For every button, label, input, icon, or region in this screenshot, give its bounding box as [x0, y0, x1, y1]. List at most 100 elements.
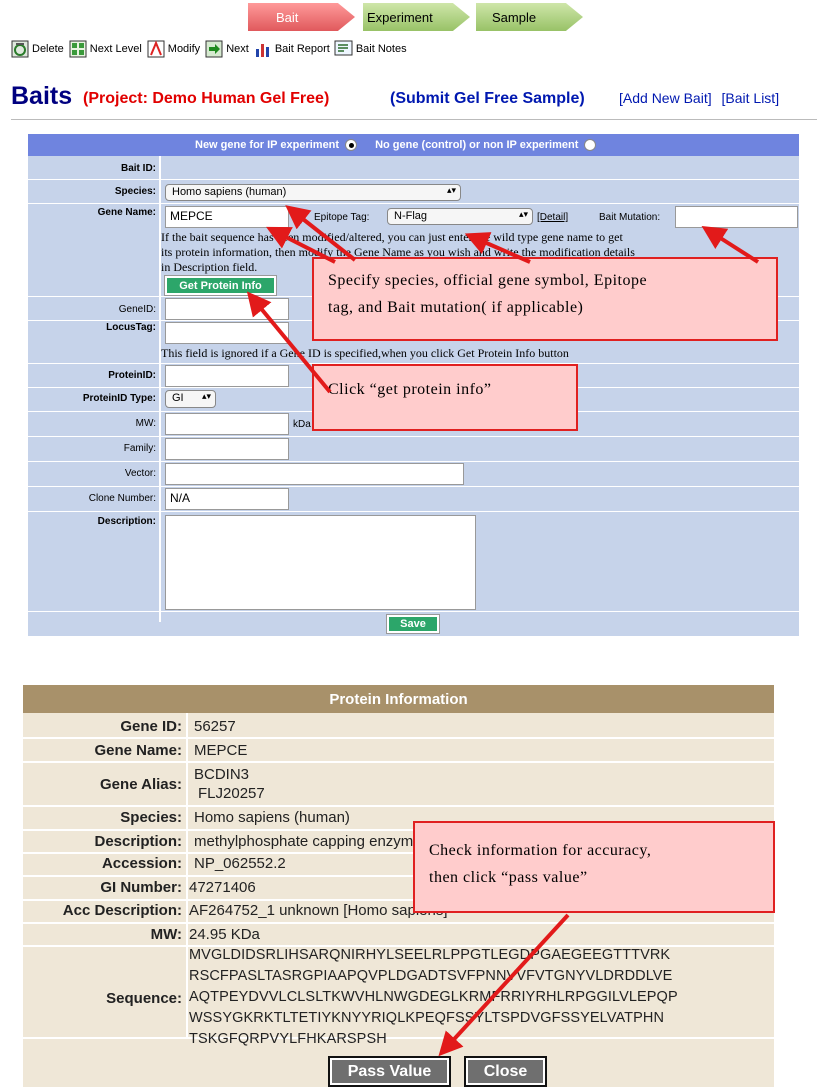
- option-no-gene-label: No gene (control) or non IP experiment: [375, 139, 579, 151]
- sequence-value: MVGLDIDSRLIHSARQNIRHYLSEELRLPPGTLEGDPGAE…: [189, 945, 678, 1050]
- family-input[interactable]: [165, 438, 289, 460]
- next-level-icon: [68, 40, 88, 58]
- callout-line: Specify species, official gene symbol, E…: [328, 272, 648, 289]
- gene-name-label: Gene Name:: [94, 742, 182, 759]
- modify-button[interactable]: Modify: [146, 40, 200, 58]
- gene-id-input[interactable]: [165, 298, 289, 320]
- workflow-step-label: Experiment: [367, 9, 433, 25]
- species-label: Species:: [120, 809, 182, 826]
- workflow-step-sample[interactable]: Sample: [476, 3, 583, 31]
- delete-button[interactable]: Delete: [10, 40, 64, 58]
- gene-alias-label: Gene Alias:: [100, 776, 182, 793]
- acc-description-label: Acc Description:: [62, 902, 182, 919]
- locus-tag-input[interactable]: [165, 322, 289, 344]
- description-label: Description:: [94, 833, 182, 850]
- sequence-line: WSSYGKRKTLTETIYKNYYRIQLKPEQFSSYLTSPDVGFS…: [189, 1010, 665, 1026]
- callout-line: Check information for accuracy,: [429, 842, 652, 859]
- mw-label: MW:: [135, 418, 156, 429]
- bait-notes-button[interactable]: Bait Notes: [334, 40, 407, 58]
- epitope-tag-value: N-Flag: [394, 210, 428, 222]
- clone-number-input[interactable]: N/A: [165, 488, 289, 510]
- workflow-step-bait[interactable]: Bait: [248, 3, 355, 31]
- bait-list-link[interactable]: [Bait List]: [722, 90, 780, 106]
- bait-mutation-label: Bait Mutation:: [599, 212, 661, 223]
- workflow-step-experiment[interactable]: Experiment: [363, 3, 470, 31]
- row-divider: [23, 922, 774, 924]
- sequence-label: Sequence:: [106, 990, 182, 1007]
- gene-id-label: Gene ID:: [120, 718, 182, 735]
- locus-tag-note: This field is ignored if a Gene ID is sp…: [161, 346, 569, 360]
- select-arrows-icon: ▴▾: [446, 185, 456, 195]
- row-divider: [28, 436, 799, 437]
- row-divider: [23, 737, 774, 739]
- header-divider: [11, 119, 817, 120]
- protein-information-title: Protein Information: [23, 685, 774, 713]
- submit-gel-free-link[interactable]: (Submit Gel Free Sample): [390, 90, 585, 108]
- protein-id-label: ProteinID:: [108, 370, 156, 381]
- label-column-divider: [159, 156, 161, 622]
- vector-label: Vector:: [124, 468, 156, 479]
- accession-value: NP_062552.2: [194, 855, 286, 872]
- gene-alias-value: BCDIN3 FLJ20257: [194, 765, 265, 803]
- get-protein-info-button[interactable]: Get Protein Info: [164, 275, 277, 296]
- mw-unit: kDa: [293, 419, 311, 430]
- description-textarea[interactable]: [165, 515, 476, 610]
- gene-name-input[interactable]: MEPCE: [165, 206, 289, 228]
- report-chart-icon: [253, 40, 273, 58]
- note-line: If the bait sequence has been modified/a…: [161, 230, 623, 244]
- row-divider: [28, 511, 799, 512]
- select-arrows-icon: ▴▾: [518, 209, 528, 219]
- bait-report-label: Bait Report: [274, 43, 330, 55]
- row-divider: [28, 203, 799, 204]
- species-value: Homo sapiens (human): [172, 186, 287, 198]
- workflow-step-label: Bait: [276, 9, 299, 25]
- epitope-tag-label: Epitope Tag:: [314, 212, 370, 223]
- save-button[interactable]: Save: [386, 614, 440, 634]
- detail-link[interactable]: [Detail]: [537, 212, 568, 223]
- species-select[interactable]: Homo sapiens (human) ▴▾: [165, 184, 461, 201]
- modify-label: Modify: [167, 43, 201, 55]
- bait-notes-label: Bait Notes: [355, 43, 407, 55]
- protein-id-type-select[interactable]: GI ▴▾: [165, 390, 216, 408]
- gi-number-value: 47271406: [189, 879, 256, 896]
- delete-icon: [10, 40, 30, 58]
- close-button[interactable]: Close: [464, 1056, 547, 1087]
- next-label: Next: [226, 43, 249, 55]
- workflow-step-label: Sample: [492, 9, 537, 25]
- acc-description-value: AF264752_1 unknown [Homo sapiens]: [189, 902, 448, 919]
- gene-alias-item: FLJ20257: [198, 785, 265, 802]
- protein-id-input[interactable]: [165, 365, 289, 387]
- clone-number-label: Clone Number:: [88, 493, 156, 504]
- next-button[interactable]: Next: [204, 40, 249, 58]
- bait-report-button[interactable]: Bait Report: [253, 40, 330, 58]
- mw-label: MW:: [150, 926, 182, 943]
- sequence-line: TSKGFQRPVYLFHKARSPSH: [189, 1031, 387, 1047]
- specify-fields-callout: Specify species, official gene symbol, E…: [312, 257, 778, 341]
- new-gene-radio[interactable]: [345, 139, 358, 151]
- epitope-tag-select[interactable]: N-Flag ▴▾: [387, 208, 533, 225]
- pass-value-button[interactable]: Pass Value: [328, 1056, 451, 1087]
- gi-number-label: GI Number:: [100, 879, 182, 896]
- mw-input[interactable]: [165, 413, 289, 435]
- add-new-bait-link[interactable]: [Add New Bait]: [619, 90, 712, 106]
- callout-line: tag, and Bait mutation( if applicable): [328, 299, 584, 316]
- bait-mutation-input[interactable]: [675, 206, 798, 228]
- page-title: Baits: [11, 82, 73, 110]
- gene-name-value: MEPCE: [194, 742, 248, 759]
- species-label: Species:: [114, 186, 156, 197]
- option-new-gene-label: New gene for IP experiment: [195, 139, 340, 151]
- no-gene-radio[interactable]: [584, 139, 597, 151]
- row-divider: [23, 805, 774, 807]
- gene-name-label: Gene Name:: [97, 207, 156, 218]
- next-level-button[interactable]: Next Level: [68, 40, 142, 58]
- sequence-line: RSCFPASLTASRGPIAAPQVPLDGADTSVFPNNVVFVTGN…: [189, 968, 673, 984]
- next-level-label: Next Level: [89, 43, 142, 55]
- gene-id-label: GeneID:: [118, 304, 156, 315]
- bait-id-label: Bait ID:: [121, 163, 156, 174]
- protein-id-type-value: GI: [172, 392, 184, 404]
- gene-id-value: 56257: [194, 718, 236, 735]
- project-name: (Project: Demo Human Gel Free): [83, 90, 330, 107]
- row-divider: [28, 461, 799, 462]
- locus-tag-label: LocusTag:: [106, 322, 156, 333]
- vector-input[interactable]: [165, 463, 464, 485]
